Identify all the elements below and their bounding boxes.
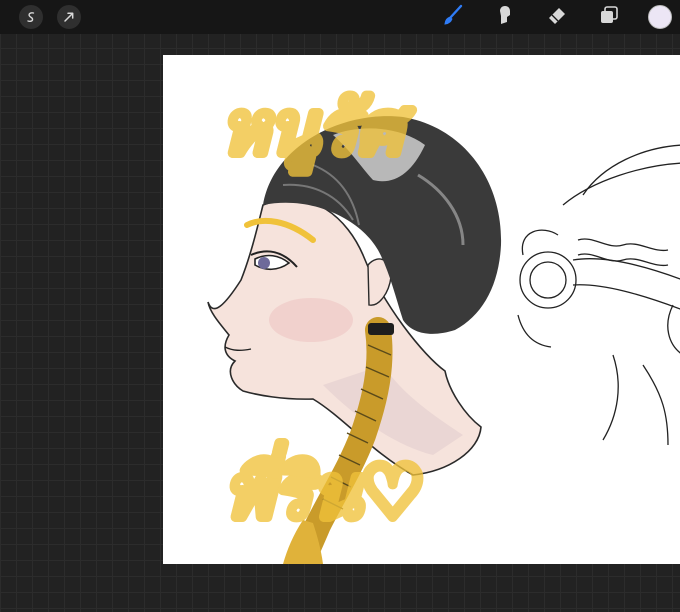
toolbar-right-group [440, 4, 680, 30]
brush-tool-button[interactable] [440, 4, 466, 30]
eraser-tool-button[interactable] [544, 4, 570, 30]
selection-arrow-icon [63, 8, 75, 27]
adjustments-icon [25, 8, 37, 27]
artwork: หนูรัศ พี่ริน♡ [207, 81, 680, 564]
top-toolbar [0, 0, 680, 34]
color-picker-swatch[interactable] [648, 5, 672, 29]
drawing-app: หนูรัศ พี่ริน♡ [0, 0, 680, 612]
toolbar-left-group [0, 5, 81, 29]
line-sketch [517, 144, 680, 446]
adjustments-button[interactable] [19, 5, 43, 29]
brush-icon [441, 3, 465, 31]
layers-icon [597, 3, 621, 31]
handwriting-bottom: พี่ริน♡ [225, 442, 425, 534]
selection-button[interactable] [57, 5, 81, 29]
eraser-icon [545, 3, 569, 31]
handwriting-top: หนูรัศ [221, 86, 412, 172]
layers-button[interactable] [596, 4, 622, 30]
drawing-canvas[interactable]: หนูรัศ พี่ริน♡ [163, 55, 680, 564]
smudge-tool-button[interactable] [492, 4, 518, 30]
smudge-icon [493, 3, 517, 31]
